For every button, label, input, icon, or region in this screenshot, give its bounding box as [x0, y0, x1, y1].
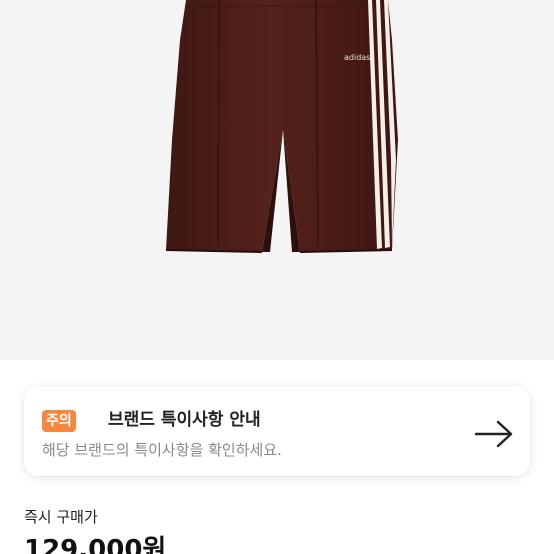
instant-buy-price-label: 즉시 구매가: [24, 508, 98, 526]
shorts-product-image: [165, 0, 398, 253]
notice-description: 해당 브랜드의 특이사항을 확인하세요.: [42, 441, 282, 459]
product-image-area[interactable]: adidas: [0, 0, 554, 360]
brand-logo-text: adidas: [344, 53, 371, 62]
caution-badge: 주의: [42, 410, 76, 432]
instant-buy-price-value: 129,000원: [24, 535, 167, 554]
brand-notice-card[interactable]: 주의 브랜드 특이사항 안내 해당 브랜드의 특이사항을 확인하세요.: [24, 386, 530, 476]
arrow-right-icon[interactable]: [474, 418, 514, 450]
notice-title: 브랜드 특이사항 안내: [108, 410, 261, 430]
